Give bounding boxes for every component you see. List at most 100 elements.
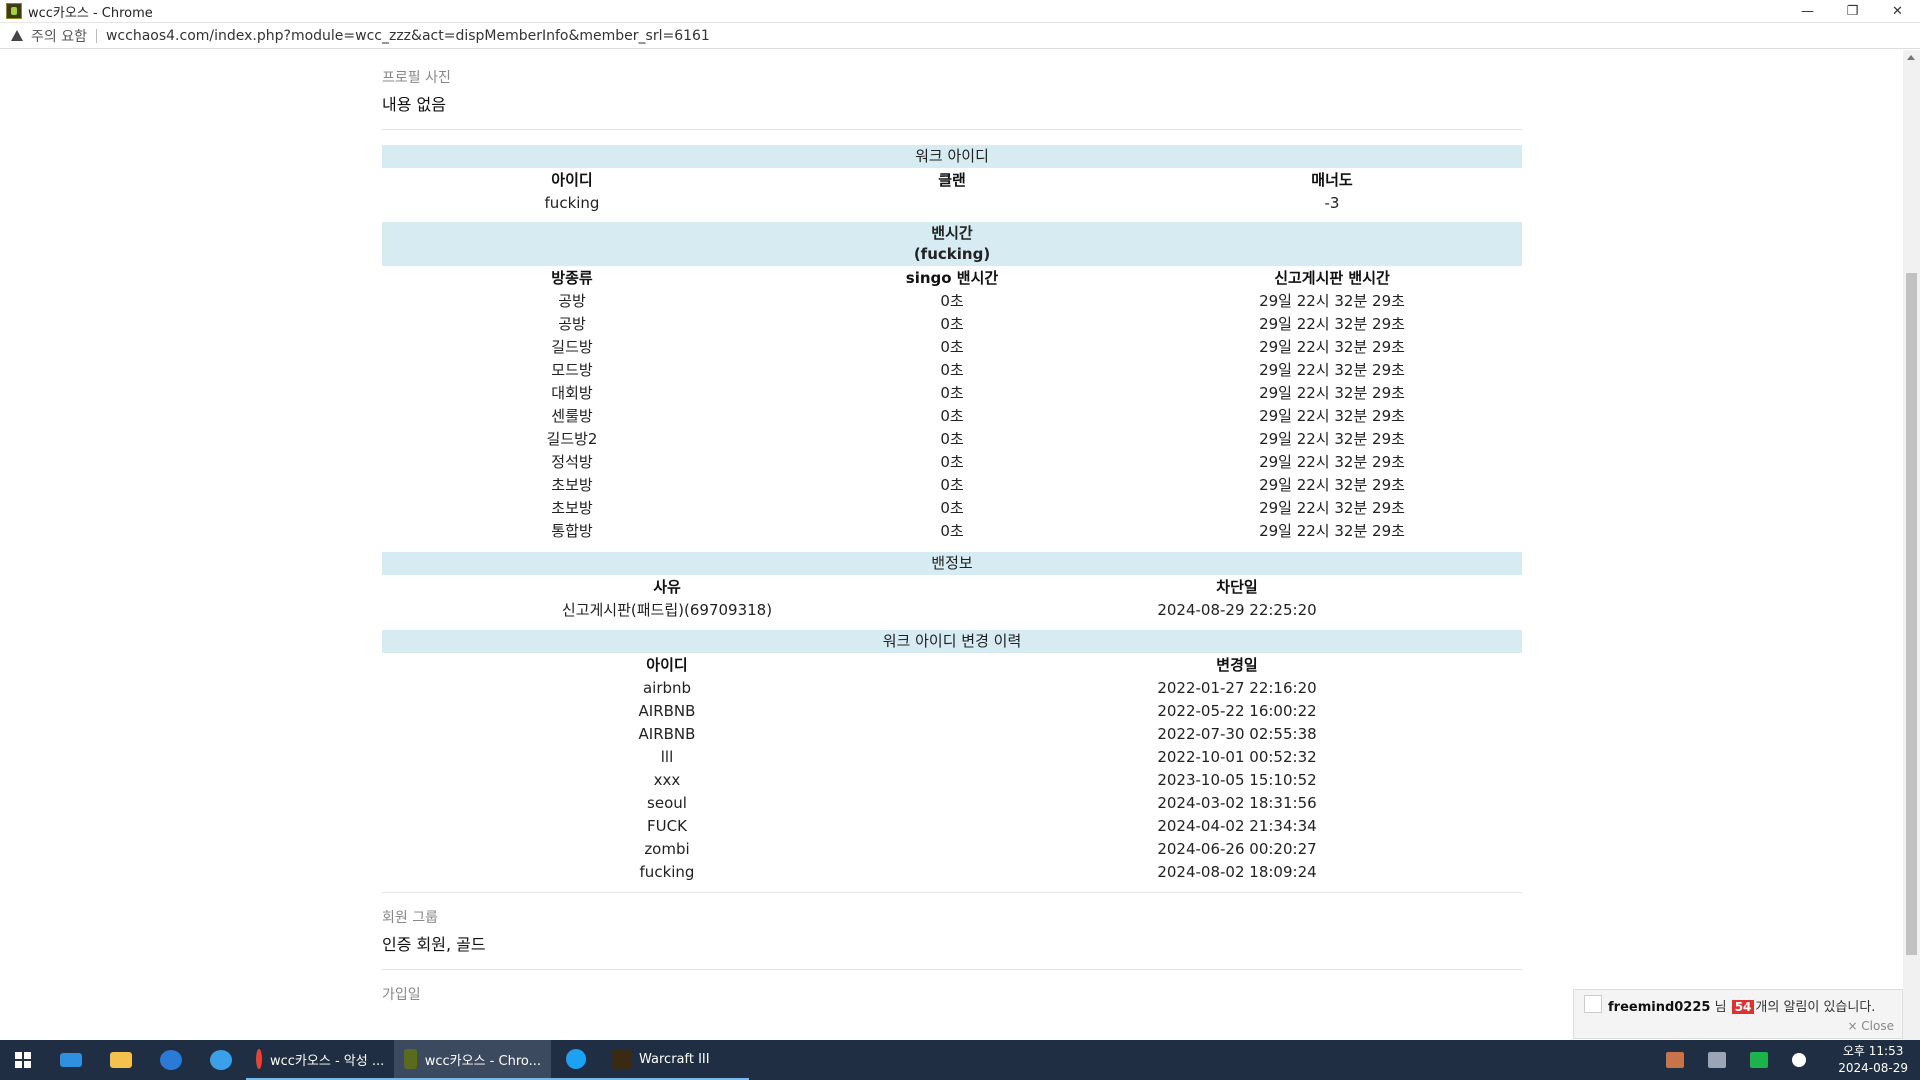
table-cell: 29일 22시 32분 29초 (1259, 430, 1405, 448)
close-button[interactable]: ✕ (1875, 0, 1920, 23)
ban-time-title: 밴시간 (931, 224, 973, 242)
taskbar-app-label: wcc카오스 - 악성 ... (270, 1053, 385, 1069)
taskbar-app-warcraft[interactable]: Warcraft III (601, 1040, 749, 1080)
table-row: 길드방 0초 29일 22시 32분 29초 (382, 335, 1522, 358)
table-header-row: 아이디 클랜 매너도 (382, 168, 1522, 191)
tray-app-icon[interactable] (1666, 1052, 1685, 1068)
table-cell: 29일 22시 32분 29초 (1259, 407, 1405, 425)
start-button[interactable] (0, 1040, 46, 1080)
profile-photo-label: 프로필 사진 (382, 70, 451, 86)
address-separator (95, 28, 97, 43)
table-cell: 2024-08-02 18:09:24 (1157, 862, 1317, 881)
table-row: AIRBNB 2022-07-30 02:55:38 (382, 722, 1522, 745)
table-cell: 공방 (558, 315, 586, 333)
table-cell: 2024-04-02 21:34:34 (1157, 816, 1317, 835)
table-row: 통합방 0초 29일 22시 32분 29초 (382, 519, 1522, 542)
table-cell: 2022-07-30 02:55:38 (1157, 724, 1317, 743)
table-cell: 센룰방 (551, 407, 593, 425)
taskbar-mail-icon[interactable] (46, 1040, 96, 1080)
table-row: xxx 2023-10-05 15:10:52 (382, 768, 1522, 791)
table-row: 대회방 0초 29일 22시 32분 29초 (382, 381, 1522, 404)
cell-clan (762, 191, 1142, 214)
cell-manner: -3 (1324, 193, 1340, 212)
id-history-header: 워크 아이디 변경 이력 (382, 630, 1522, 653)
col-id: 아이디 (551, 171, 593, 189)
notification-popup[interactable]: freemind0225 님 54 개의 알림이 있습니다. × Close (1573, 989, 1903, 1039)
notification-close-button[interactable]: × Close (1847, 1019, 1894, 1033)
scroll-up-arrow-icon[interactable] (1907, 55, 1915, 60)
table-cell: 길드방 (551, 338, 593, 356)
col-clan: 클랜 (938, 171, 966, 189)
table-row: zombi 2024-06-26 00:20:27 (382, 837, 1522, 860)
window-titlebar: wcc카오스 - Chrome — ❐ ✕ (0, 0, 1920, 23)
table-cell: 29일 22시 32분 29초 (1259, 338, 1405, 356)
table-row: 정석방 0초 29일 22시 32분 29초 (382, 450, 1522, 473)
scrollbar-thumb[interactable] (1906, 273, 1917, 955)
table-cell: 2022-01-27 22:16:20 (1157, 678, 1317, 697)
table-row: 초보방 0초 29일 22시 32분 29초 (382, 473, 1522, 496)
table-cell: lll (660, 747, 674, 766)
clock-time: 오후 11:53 (1842, 1044, 1904, 1058)
table-row: fucking 2024-08-02 18:09:24 (382, 860, 1522, 883)
profile-photo-value: 내용 없음 (382, 95, 446, 114)
notification-user: freemind0225 (1608, 1000, 1711, 1015)
table-cell: FUCK (647, 816, 687, 835)
url-text[interactable]: wcchaos4.com/index.php?module=wcc_zzz&ac… (106, 28, 710, 44)
table-row: 공방 0초 29일 22시 32분 29초 (382, 289, 1522, 312)
table-cell: 모드방 (551, 361, 593, 379)
page-scrollbar[interactable] (1903, 50, 1920, 1040)
cell-id: fucking (544, 193, 600, 212)
table-cell: 0초 (940, 499, 964, 517)
taskbar-clock[interactable]: 오후 11:53 2024-08-29 (1838, 1043, 1908, 1077)
table-cell: 29일 22시 32분 29초 (1259, 361, 1405, 379)
table-row: lll 2022-10-01 00:52:32 (382, 745, 1522, 768)
taskbar-edge-icon[interactable] (146, 1040, 196, 1080)
taskbar-app-chrome-2[interactable]: wcc카오스 - Chro... (394, 1040, 551, 1080)
col-reason: 사유 (653, 578, 681, 596)
notification-honorific: 님 (1714, 1000, 1727, 1015)
profile-photo-block: 프로필 사진 내용 없음 (382, 50, 1522, 115)
id-history-section: 워크 아이디 변경 이력 아이디 변경일 airbnb 2022-01-27 22… (382, 630, 1522, 883)
table-cell: 2022-10-01 00:52:32 (1157, 747, 1317, 766)
table-cell: 0초 (940, 476, 964, 494)
notification-message: 개의 알림이 있습니다. (1755, 1000, 1876, 1015)
security-status-label[interactable]: 주의 요함 (31, 26, 87, 46)
warcraft-app-icon (6, 3, 22, 19)
table-row: 신고게시판(패드립)(69709318) 2024-08-29 22:25:20 (382, 598, 1522, 621)
table-row: 공방 0초 29일 22시 32분 29초 (382, 312, 1522, 335)
table-cell: fucking (639, 862, 695, 881)
address-bar[interactable]: 주의 요함 wcchaos4.com/index.php?module=wcc_… (0, 23, 1920, 49)
table-cell: 0초 (940, 430, 964, 448)
table-cell: 29일 22시 32분 29초 (1259, 522, 1405, 540)
ban-time-subtitle: (fucking) (913, 245, 991, 263)
taskbar-app-bird[interactable] (551, 1040, 601, 1080)
table-cell: 신고게시판(패드립)(69709318) (561, 601, 773, 619)
table-row: seoul 2024-03-02 18:31:56 (382, 791, 1522, 814)
windows-taskbar: wcc카오스 - 악성 ... wcc카오스 - Chro... Warcraf… (0, 1040, 1920, 1080)
table-cell: 2023-10-05 15:10:52 (1157, 770, 1317, 789)
table-cell: 2022-05-22 16:00:22 (1157, 701, 1317, 720)
notification-count-badge: 54 (1731, 1000, 1755, 1014)
taskbar-app-chrome-1[interactable]: wcc카오스 - 악성 ... (246, 1040, 394, 1080)
table-row: FUCK 2024-04-02 21:34:34 (382, 814, 1522, 837)
table-cell: 0초 (940, 522, 964, 540)
chrome-icon (256, 1049, 262, 1069)
col-singo-ban: singo 밴시간 (905, 269, 999, 287)
taskbar-file-explorer-icon[interactable] (96, 1040, 146, 1080)
join-date-block: 가입일 (382, 970, 1522, 1004)
notification-center-icon[interactable] (1792, 1053, 1807, 1067)
bird-app-icon (566, 1049, 586, 1069)
table-cell: 통합방 (551, 522, 593, 540)
id-history-table: 아이디 변경일 airbnb 2022-01-27 22:16:20 AIRBNB 2… (382, 653, 1522, 883)
restore-button[interactable]: ❐ (1830, 0, 1875, 23)
kakao-icon[interactable] (1750, 1052, 1769, 1068)
taskbar-ie-icon[interactable] (196, 1040, 246, 1080)
minimize-button[interactable]: — (1785, 0, 1830, 23)
warning-icon[interactable] (11, 30, 23, 41)
col-board-ban: 신고게시판 밴시간 (1274, 269, 1390, 287)
network-icon[interactable] (1708, 1052, 1727, 1068)
ban-time-table: 방종류 singo 밴시간 신고게시판 밴시간 공방 0초 29일 22시 32분 … (382, 266, 1522, 542)
notification-text[interactable]: freemind0225 님 54 개의 알림이 있습니다. (1608, 996, 1875, 1015)
table-cell: 0초 (940, 315, 964, 333)
table-cell: 대회방 (551, 384, 593, 402)
